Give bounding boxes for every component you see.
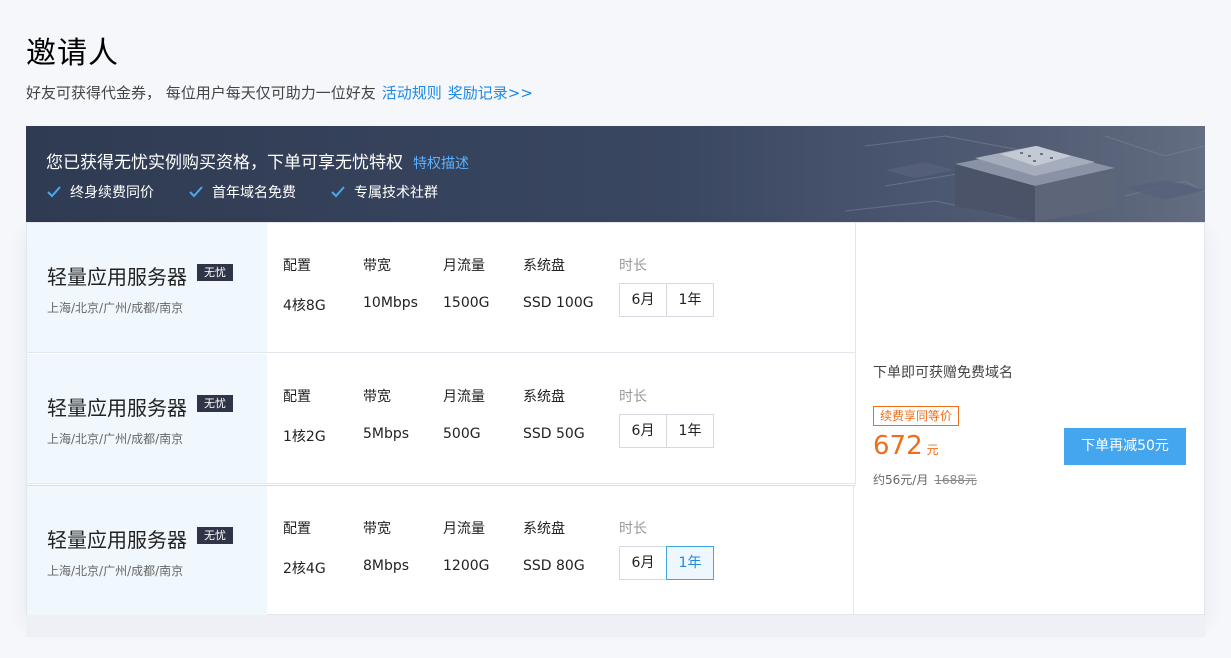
traffic-label: 月流量 bbox=[443, 521, 485, 537]
duration-1-year-button[interactable]: 1年 bbox=[666, 283, 714, 317]
perk-label: 专属技术社群 bbox=[354, 185, 438, 201]
check-icon bbox=[47, 186, 61, 198]
duration-6-months-button[interactable]: 6月 bbox=[619, 414, 667, 448]
perk-list: 终身续费同价 首年域名免费 专属技术社群 bbox=[46, 182, 472, 202]
product-name: 轻量应用服务器 bbox=[47, 528, 187, 552]
server-illustration bbox=[825, 126, 1205, 222]
product-regions: 上海/北京/广州/成都/南京 bbox=[47, 564, 184, 578]
disk-label: 系统盘 bbox=[523, 389, 565, 405]
order-button[interactable]: 下单再减50元 bbox=[1064, 428, 1186, 465]
traffic-label: 月流量 bbox=[443, 389, 485, 405]
duration-label: 时长 bbox=[619, 521, 647, 537]
duration-1-year-button[interactable]: 1年 bbox=[666, 546, 714, 580]
product-row: 轻量应用服务器 无忧 上海/北京/广州/成都/南京 配置 带宽 月流量 系统盘 … bbox=[27, 354, 855, 484]
product-info: 轻量应用服务器 无忧 上海/北京/广州/成都/南京 bbox=[27, 486, 267, 616]
privilege-banner: 您已获得无忧实例购买资格，下单可享无忧特权 特权描述 终身续费同价 首年域名免费 … bbox=[26, 126, 1205, 222]
duration-selector: 6月 1年 bbox=[619, 283, 714, 317]
rules-link[interactable]: 活动规则 bbox=[382, 84, 442, 102]
traffic-label: 月流量 bbox=[443, 258, 485, 274]
duration-6-months-button[interactable]: 6月 bbox=[619, 283, 667, 317]
perk-label: 终身续费同价 bbox=[70, 185, 154, 201]
worry-free-badge: 无忧 bbox=[197, 264, 233, 281]
config-label: 配置 bbox=[283, 521, 311, 537]
duration-6-months-button[interactable]: 6月 bbox=[619, 546, 667, 580]
product-info: 轻量应用服务器 无忧 上海/北京/广州/成都/南京 bbox=[27, 354, 267, 483]
perk-item: 首年域名免费 bbox=[188, 182, 296, 202]
traffic-value: 1200G bbox=[443, 558, 490, 574]
product-info: 轻量应用服务器 无忧 上海/北京/广州/成都/南京 bbox=[27, 223, 267, 352]
traffic-value: 1500G bbox=[443, 295, 490, 311]
monthly-price: 约56元/月 bbox=[873, 473, 929, 487]
subtitle-text: 好友可获得代金券， 每位用户每天仅可助力一位好友 bbox=[26, 84, 376, 102]
free-domain-note: 下单即可获赠免费域名 bbox=[873, 365, 1013, 381]
product-row: 轻量应用服务器 无忧 上海/北京/广州/成都/南京 配置 带宽 月流量 系统盘 … bbox=[27, 485, 855, 616]
renew-same-price-tag: 续费享同等价 bbox=[873, 406, 960, 426]
product-regions: 上海/北京/广州/成都/南京 bbox=[47, 301, 184, 315]
perk-label: 首年域名免费 bbox=[212, 185, 296, 201]
bandwidth-value: 5Mbps bbox=[363, 426, 410, 442]
price: 672 元 bbox=[873, 431, 939, 461]
original-price: 1688元 bbox=[934, 473, 977, 487]
bandwidth-label: 带宽 bbox=[363, 258, 391, 274]
column-divider bbox=[853, 485, 854, 616]
price-amount: 672 bbox=[873, 431, 923, 461]
bandwidth-label: 带宽 bbox=[363, 521, 391, 537]
config-value: 4核8G bbox=[283, 298, 326, 314]
bandwidth-label: 带宽 bbox=[363, 389, 391, 405]
page-title: 邀请人 bbox=[26, 36, 119, 71]
duration-label: 时长 bbox=[619, 258, 647, 274]
config-value: 2核4G bbox=[283, 561, 326, 577]
check-icon bbox=[189, 186, 203, 198]
page-subtitle: 好友可获得代金券， 每位用户每天仅可助力一位好友 活动规则 奖励记录>> bbox=[26, 82, 533, 103]
product-card: 轻量应用服务器 无忧 上海/北京/广州/成都/南京 配置 带宽 月流量 系统盘 … bbox=[26, 222, 1205, 616]
check-icon bbox=[331, 186, 345, 198]
perk-item: 专属技术社群 bbox=[330, 182, 438, 202]
perk-item: 终身续费同价 bbox=[46, 182, 154, 202]
duration-selector: 6月 1年 bbox=[619, 414, 714, 448]
bandwidth-value: 8Mbps bbox=[363, 558, 410, 574]
product-regions: 上海/北京/广州/成都/南京 bbox=[47, 432, 184, 446]
worry-free-badge: 无忧 bbox=[197, 527, 233, 544]
config-label: 配置 bbox=[283, 258, 311, 274]
monthly-price-info: 约56元/月 1688元 bbox=[873, 471, 977, 488]
duration-selector: 6月 1年 bbox=[619, 546, 714, 580]
column-divider bbox=[855, 223, 856, 485]
disk-value: SSD 80G bbox=[523, 558, 585, 574]
product-name: 轻量应用服务器 bbox=[47, 396, 187, 420]
duration-1-year-button[interactable]: 1年 bbox=[666, 414, 714, 448]
records-link[interactable]: 奖励记录>> bbox=[448, 84, 533, 102]
disk-value: SSD 100G bbox=[523, 295, 594, 311]
disk-value: SSD 50G bbox=[523, 426, 585, 442]
price-unit: 元 bbox=[926, 443, 939, 457]
disk-label: 系统盘 bbox=[523, 521, 565, 537]
product-name: 轻量应用服务器 bbox=[47, 265, 187, 289]
product-row: 轻量应用服务器 无忧 上海/北京/广州/成都/南京 配置 带宽 月流量 系统盘 … bbox=[27, 223, 855, 353]
worry-free-badge: 无忧 bbox=[197, 395, 233, 412]
config-label: 配置 bbox=[283, 389, 311, 405]
duration-label: 时长 bbox=[619, 389, 647, 405]
disk-label: 系统盘 bbox=[523, 258, 565, 274]
banner-title: 您已获得无忧实例购买资格，下单可享无忧特权 特权描述 bbox=[46, 148, 469, 173]
bandwidth-value: 10Mbps bbox=[363, 295, 418, 311]
card-shadow-strip bbox=[26, 615, 1205, 637]
banner-title-text: 您已获得无忧实例购买资格，下单可享无忧特权 bbox=[46, 153, 403, 173]
privilege-desc-link[interactable]: 特权描述 bbox=[413, 156, 469, 172]
traffic-value: 500G bbox=[443, 426, 481, 442]
config-value: 1核2G bbox=[283, 429, 326, 445]
